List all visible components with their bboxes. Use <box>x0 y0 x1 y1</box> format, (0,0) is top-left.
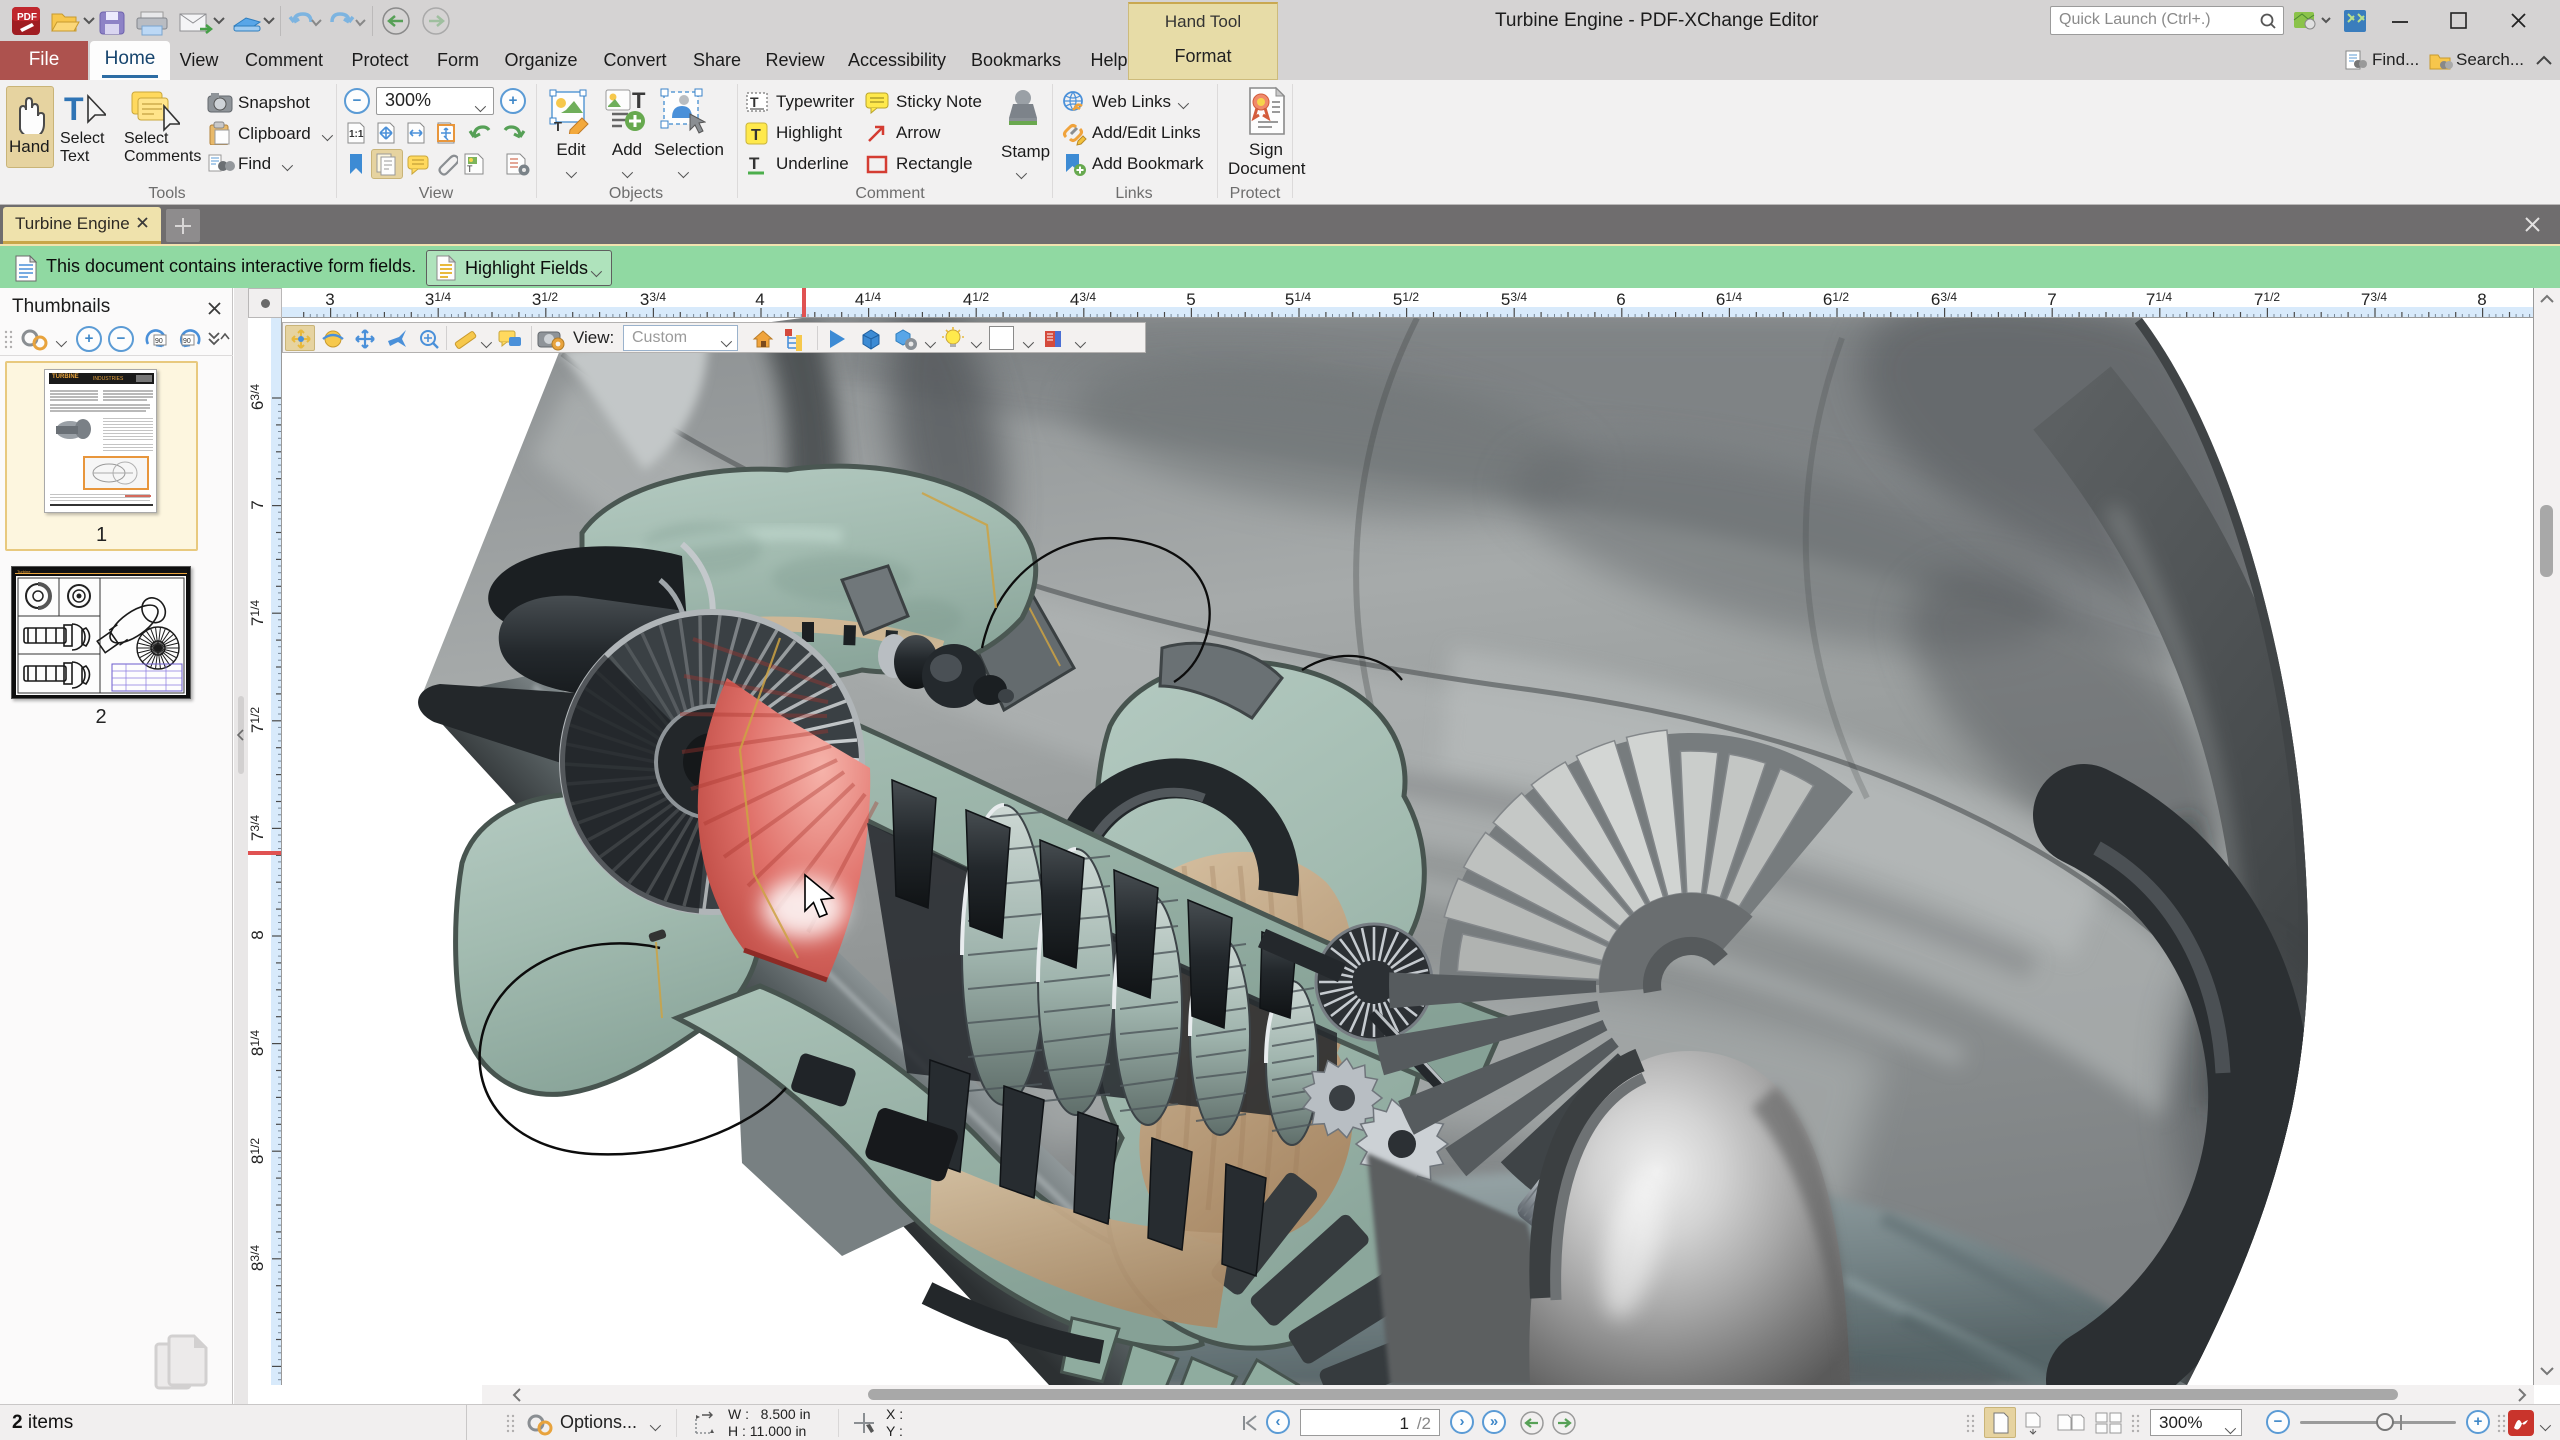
svg-text:90: 90 <box>155 338 163 345</box>
svg-text:T: T <box>467 164 473 174</box>
svg-text:T: T <box>554 119 562 134</box>
svg-text:T: T <box>751 127 761 144</box>
svg-text:T: T <box>749 154 760 173</box>
svg-text:90: 90 <box>183 338 191 345</box>
svg-text:PDF: PDF <box>17 12 37 23</box>
svg-text:1:1: 1:1 <box>349 129 364 140</box>
svg-text:T: T <box>64 91 84 127</box>
svg-text:T: T <box>632 88 646 113</box>
svg-text:T: T <box>750 94 759 110</box>
